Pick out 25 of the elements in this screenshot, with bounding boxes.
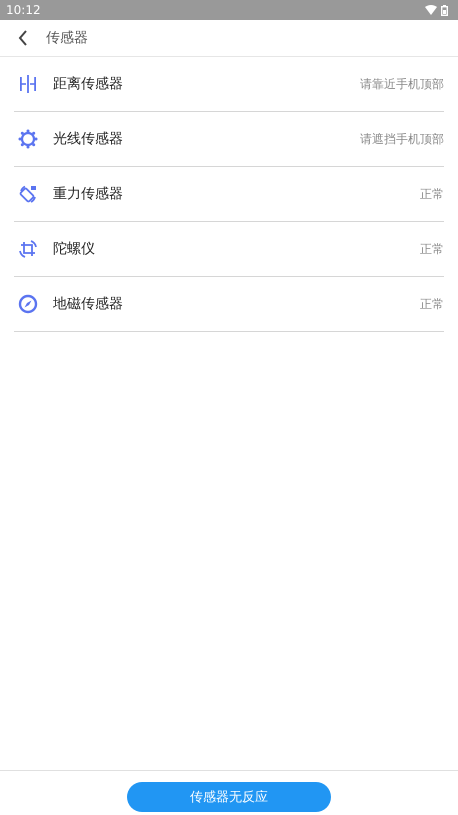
battery-icon	[441, 4, 448, 16]
sensor-status: 请靠近手机顶部	[360, 76, 444, 92]
sensor-name: 陀螺仪	[53, 240, 96, 258]
sensor-row[interactable]: 重力传感器 正常	[14, 167, 444, 222]
proximity-icon	[18, 74, 38, 94]
back-icon	[18, 30, 28, 46]
sun-icon	[18, 129, 38, 149]
sensor-name: 光线传感器	[53, 130, 124, 148]
sensor-name: 距离传感器	[53, 75, 124, 93]
sensor-row[interactable]: 地磁传感器 正常	[14, 277, 444, 332]
sensor-status: 请遮挡手机顶部	[360, 130, 444, 148]
crop-rotate-icon	[18, 239, 38, 259]
wifi-icon	[425, 5, 437, 15]
status-time: 10:12	[6, 3, 41, 17]
sensor-row[interactable]: 光线传感器 请遮挡手机顶部	[14, 112, 444, 167]
sensor-name: 地磁传感器	[53, 295, 124, 313]
sensor-row[interactable]: 距离传感器 请靠近手机顶部	[14, 57, 444, 112]
sensor-status: 正常	[420, 186, 444, 202]
sensor-row[interactable]: 陀螺仪 正常	[14, 222, 444, 277]
compass-icon	[18, 294, 38, 314]
sensor-name: 重力传感器	[53, 185, 124, 203]
page-title: 传感器	[46, 29, 88, 47]
sensor-status: 正常	[420, 296, 444, 312]
screen-rotation-icon	[18, 184, 38, 204]
sensor-status: 正常	[420, 240, 444, 258]
